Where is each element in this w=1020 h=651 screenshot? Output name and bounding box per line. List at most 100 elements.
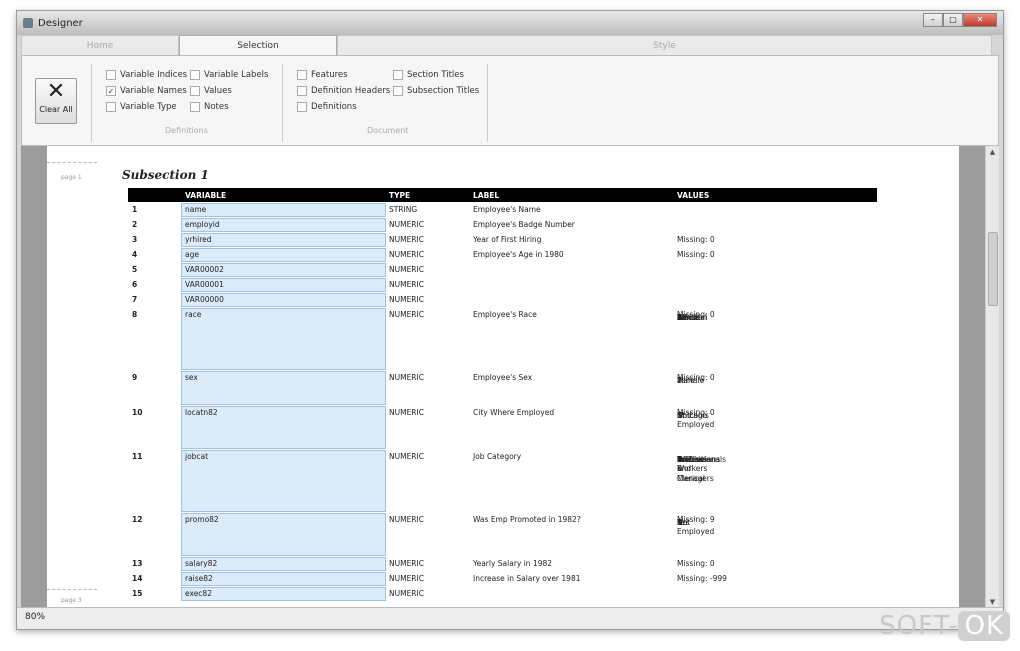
table-row: 7 VAR00000 NUMERIC	[128, 292, 877, 307]
variable-label: Yearly Salary in 1982	[473, 559, 553, 568]
variable-type: NUMERIC	[389, 452, 424, 461]
tab-style[interactable]: Style	[337, 35, 992, 55]
close-button[interactable]: ✕	[963, 13, 997, 27]
checkbox-label: Values	[204, 86, 232, 96]
checkbox-subsection-titles[interactable]: Subsection Titles	[393, 86, 479, 96]
checkbox-features[interactable]: Features	[297, 70, 348, 80]
variable-name-cell[interactable]	[181, 371, 386, 405]
row-number: 8	[132, 310, 138, 319]
table-row: 15 exec82 NUMERIC	[128, 586, 877, 601]
minimize-button[interactable]: –	[923, 13, 943, 27]
checkbox-values[interactable]: Values	[190, 86, 232, 96]
scroll-up-icon[interactable]: ▲	[986, 148, 999, 156]
checkbox-label: Variable Labels	[204, 70, 269, 80]
variable-label: Employee's Sex	[473, 373, 533, 382]
row-number: 1	[132, 205, 138, 214]
variable-name: locatn82	[185, 408, 218, 417]
table-row: 3 yrhired NUMERIC Year of First Hiring Missi…	[128, 232, 877, 247]
checkbox-box[interactable]	[393, 86, 403, 96]
checkbox-section-titles[interactable]: Section Titles	[393, 70, 464, 80]
tab-selection[interactable]: Selection	[179, 35, 337, 55]
table-row: 13 salary82 NUMERIC Yearly Salary in 1982 Mi…	[128, 556, 877, 571]
variable-name-cell[interactable]	[181, 450, 386, 512]
table-row: 10 locatn82 NUMERIC City Where Employed 0 Not…	[128, 405, 877, 449]
status-bar: 80%	[17, 607, 1003, 629]
variable-label: Year of First Hiring	[473, 235, 542, 244]
variable-label: Employee's Name	[473, 205, 541, 214]
vertical-scrollbar[interactable]: ▲ ▼	[985, 146, 999, 608]
tab-home[interactable]: Home	[21, 35, 179, 55]
variable-name-cell[interactable]	[181, 308, 386, 370]
value-labels: 1 Black 2 A.Indian 3 Oriental 4 Latino 5 White Mis…	[677, 310, 715, 322]
checkbox-notes[interactable]: Notes	[190, 102, 229, 112]
checkbox-definition-headers[interactable]: Definition Headers	[297, 86, 390, 96]
clear-all-button[interactable]: ✕ Clear All	[35, 78, 77, 124]
variable-type: NUMERIC	[389, 280, 424, 289]
page: page 1 page 3 Subsection 1 VARIABLE TYPE…	[47, 146, 959, 608]
variable-name: VAR00000	[185, 295, 224, 304]
variable-type: NUMERIC	[389, 235, 424, 244]
variable-type: NUMERIC	[389, 250, 424, 259]
checkbox-variable-type[interactable]: Variable Type	[106, 102, 177, 112]
title-bar: Designer – □ ✕	[17, 11, 1003, 35]
checkbox-variable-labels[interactable]: Variable Labels	[190, 70, 268, 80]
checkbox-label: Section Titles	[407, 70, 464, 80]
row-number: 9	[132, 373, 138, 382]
window-title: Designer	[38, 17, 83, 29]
scroll-down-icon[interactable]: ▼	[986, 598, 999, 606]
checkbox-variable-indices[interactable]: Variable Indices	[106, 70, 187, 80]
maximize-button[interactable]: □	[943, 13, 963, 27]
checkbox-box[interactable]	[106, 70, 116, 80]
row-number: 4	[132, 250, 138, 259]
col-variable: VARIABLE	[185, 191, 227, 200]
row-number: 2	[132, 220, 138, 229]
missing-value: Missing: 0	[677, 559, 715, 568]
checkbox-box[interactable]	[190, 70, 200, 80]
x-icon: ✕	[46, 79, 66, 104]
checkbox-box[interactable]	[190, 86, 200, 96]
checkbox-box[interactable]	[297, 102, 307, 112]
row-number: 7	[132, 295, 138, 304]
table-row: 4 age NUMERIC Employee's Age in 1980 Missing…	[128, 247, 877, 262]
variable-label: Job Category	[473, 452, 522, 461]
variable-name-cell[interactable]	[181, 203, 386, 217]
checkbox-label: Subsection Titles	[407, 86, 480, 96]
value-labels: Missing: -999	[677, 574, 727, 583]
checkbox-box[interactable]	[190, 102, 200, 112]
value-labels: Missing: 0	[677, 559, 715, 568]
scroll-thumb[interactable]	[988, 232, 998, 306]
table-row: 1 name STRING Employee's Name	[128, 202, 877, 217]
variable-type: NUMERIC	[389, 220, 424, 229]
designer-window: Designer – □ ✕ Home Selection Style ✕ Cl…	[16, 10, 1004, 630]
checkbox-box[interactable]	[297, 86, 307, 96]
checkbox-variable-names[interactable]: ✓ Variable Names	[106, 86, 187, 96]
checkbox-box[interactable]	[106, 102, 116, 112]
checkbox-box[interactable]	[297, 70, 307, 80]
row-number: 10	[132, 408, 143, 417]
checkbox-box[interactable]	[393, 70, 403, 80]
variable-type: NUMERIC	[389, 589, 424, 598]
page-label: page 1	[61, 174, 82, 181]
variable-name: age	[185, 250, 199, 259]
checkbox-box[interactable]: ✓	[106, 86, 116, 96]
row-number: 15	[132, 589, 143, 598]
zoom-level: 80%	[25, 612, 46, 622]
variable-label: City Where Employed	[473, 408, 555, 417]
variable-type: NUMERIC	[389, 373, 424, 382]
variable-type: NUMERIC	[389, 559, 424, 568]
value-labels: Missing: 0	[677, 235, 715, 244]
variable-name: jobcat	[185, 452, 209, 461]
row-number: 3	[132, 235, 138, 244]
checkbox-definitions[interactable]: Definitions	[297, 102, 357, 112]
checkbox-label: Variable Names	[120, 86, 187, 96]
table-header: VARIABLE TYPE LABEL VALUES	[128, 188, 877, 202]
row-number: 5	[132, 265, 138, 274]
variable-type: STRING	[389, 205, 418, 214]
checkbox-label: Variable Indices	[120, 70, 188, 80]
variable-type: NUMERIC	[389, 574, 424, 583]
checkbox-label: Notes	[204, 102, 229, 112]
variable-name-cell[interactable]	[181, 248, 386, 262]
variable-name: employid	[185, 220, 220, 229]
col-type: TYPE	[389, 191, 411, 200]
checkbox-label: Definitions	[311, 102, 357, 112]
